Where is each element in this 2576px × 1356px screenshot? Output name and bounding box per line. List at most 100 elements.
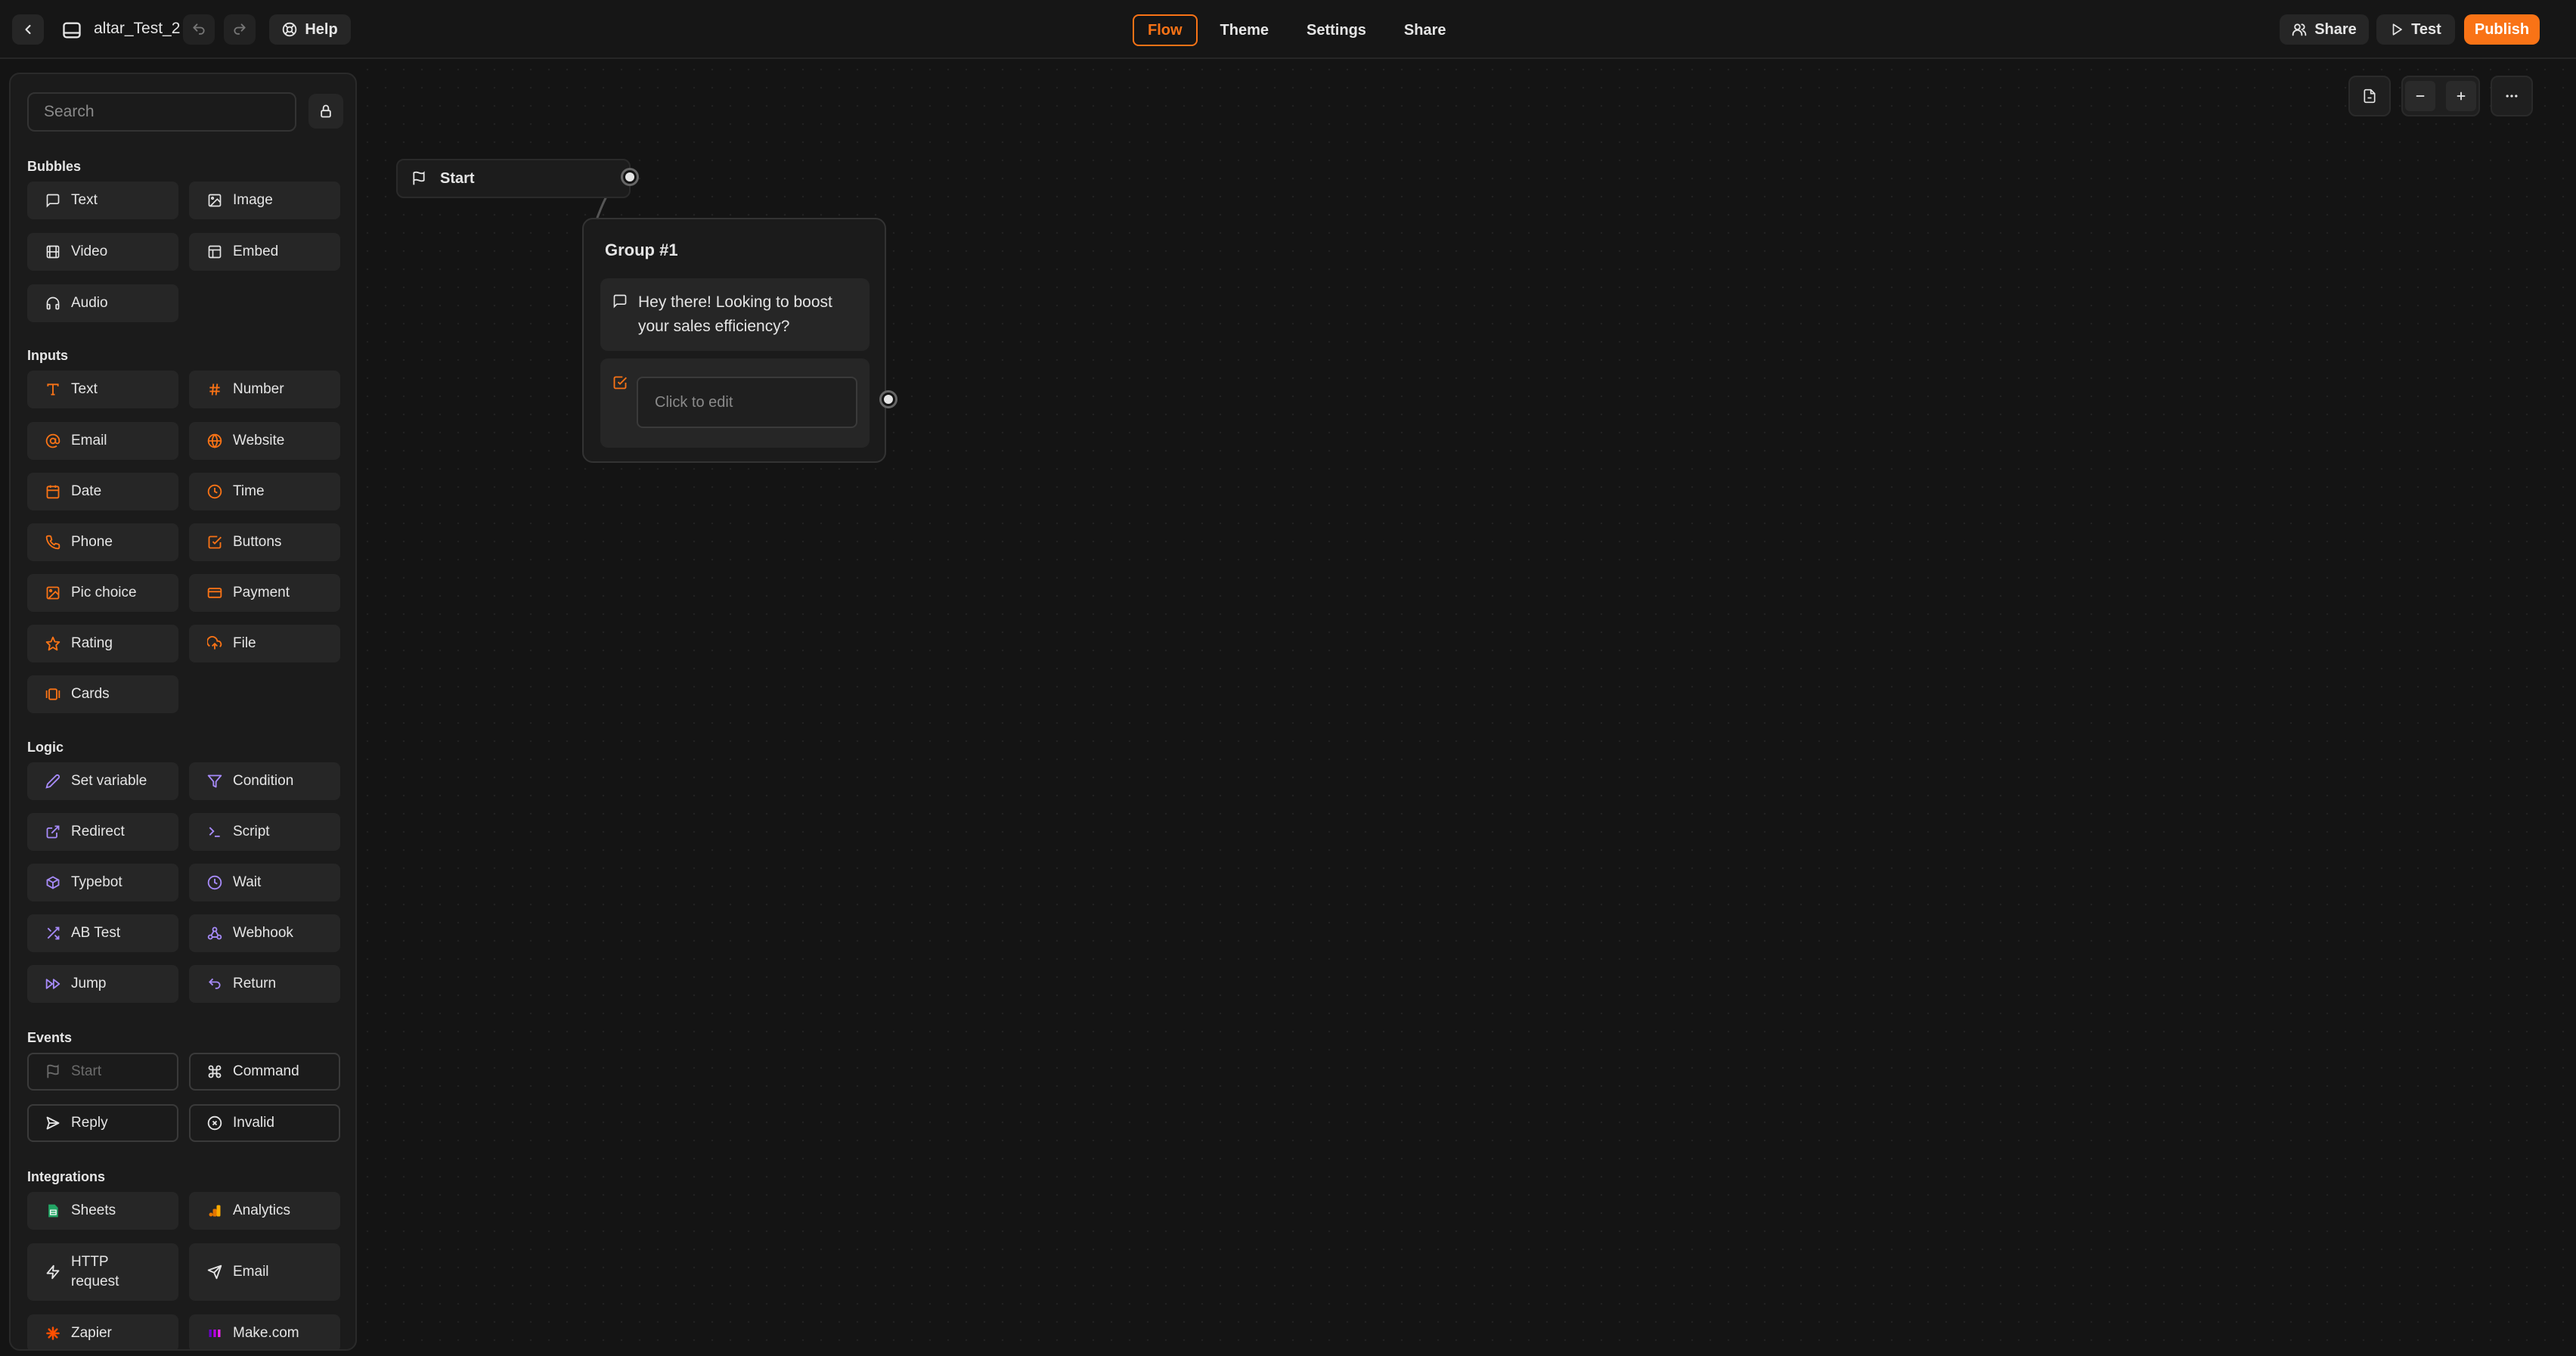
google-sheets-icon: [45, 1203, 60, 1218]
block-http-request[interactable]: HTTP request: [27, 1243, 178, 1301]
block-script[interactable]: Script: [189, 813, 340, 851]
zoom-out-button[interactable]: [2405, 81, 2435, 111]
publish-button[interactable]: Publish: [2464, 14, 2540, 45]
undo-button[interactable]: [183, 14, 215, 45]
block-image-bubble[interactable]: Image: [189, 182, 340, 219]
block-reply-event[interactable]: Reply: [27, 1104, 178, 1142]
block-cards-input[interactable]: Cards: [27, 675, 178, 713]
block-analytics[interactable]: Analytics: [189, 1192, 340, 1230]
block-ab-test[interactable]: AB Test: [27, 914, 178, 952]
block-phone-input[interactable]: Phone: [27, 523, 178, 561]
chat-bubble-icon: [45, 193, 60, 208]
block-wait[interactable]: Wait: [189, 864, 340, 901]
block-command-event[interactable]: Command: [189, 1053, 340, 1091]
block-pic-choice-input[interactable]: Pic choice: [27, 574, 178, 612]
group-title[interactable]: Group #1: [605, 240, 678, 260]
block-typebot[interactable]: Typebot: [27, 864, 178, 901]
tab-settings[interactable]: Settings: [1291, 14, 1381, 46]
checkbox-icon: [612, 375, 628, 394]
block-payment-input[interactable]: Payment: [189, 574, 340, 612]
block-label: Date: [71, 483, 102, 500]
block-label: Analytics: [233, 1202, 291, 1219]
block-label: Redirect: [71, 824, 125, 840]
redo-button[interactable]: [224, 14, 256, 45]
flag-icon: [413, 171, 425, 185]
block-invalid-event[interactable]: Invalid: [189, 1104, 340, 1142]
block-label: Command: [233, 1063, 299, 1080]
bubble-message: Hey there! Looking to boost your sales e…: [638, 293, 832, 335]
group-node[interactable]: Group #1 Hey there! Looking to boost you…: [582, 218, 886, 463]
block-label: Condition: [233, 773, 294, 790]
search-input[interactable]: [27, 92, 296, 132]
block-email-integration[interactable]: Email: [189, 1243, 340, 1301]
zoom-controls: [2401, 76, 2480, 116]
block-label: Time: [233, 483, 265, 500]
block-jump[interactable]: Jump: [27, 965, 178, 1003]
flag-icon: [45, 1064, 60, 1079]
start-node[interactable]: Start: [396, 159, 631, 198]
block-condition[interactable]: Condition: [189, 762, 340, 800]
block-label: Webhook: [233, 925, 293, 942]
test-button[interactable]: Test: [2376, 14, 2455, 45]
file-icon: [2364, 88, 2376, 104]
credit-card-icon: [207, 585, 222, 600]
text-bubble-block[interactable]: Hey there! Looking to boost your sales e…: [600, 278, 870, 351]
block-redirect[interactable]: Redirect: [27, 813, 178, 851]
globe-icon: [207, 433, 222, 448]
tab-share[interactable]: Share: [1389, 14, 1462, 46]
block-make[interactable]: Make.com: [189, 1314, 340, 1349]
lock-icon: [321, 104, 331, 118]
cards-icon: [45, 687, 60, 702]
buttons-input-block[interactable]: Click to edit: [600, 358, 870, 448]
section-title-integrations: Integrations: [27, 1169, 106, 1184]
block-label: File: [233, 635, 256, 652]
block-embed-bubble[interactable]: Embed: [189, 233, 340, 271]
share-button[interactable]: Share: [2280, 14, 2369, 45]
block-start-event: Start: [27, 1053, 178, 1091]
help-button[interactable]: Help: [269, 14, 351, 45]
block-label: Video: [71, 244, 108, 260]
zoom-in-button[interactable]: [2446, 81, 2476, 111]
button-item-edit[interactable]: Click to edit: [637, 377, 857, 428]
make-icon: [207, 1326, 222, 1341]
block-return[interactable]: Return: [189, 965, 340, 1003]
block-rating-input[interactable]: Rating: [27, 625, 178, 662]
block-time-input[interactable]: Time: [189, 473, 340, 510]
block-label: Start: [71, 1063, 102, 1080]
block-video-bubble[interactable]: Video: [27, 233, 178, 271]
block-zapier[interactable]: Zapier: [27, 1314, 178, 1349]
checkbox-icon: [207, 535, 222, 550]
block-audio-bubble[interactable]: Audio: [27, 284, 178, 322]
bot-name[interactable]: altar_Test_2: [94, 20, 180, 38]
block-label: Make.com: [233, 1325, 299, 1342]
tab-theme[interactable]: Theme: [1205, 14, 1284, 46]
clock-icon: [207, 875, 222, 890]
more-horizontal-icon: [2506, 95, 2518, 98]
block-file-input[interactable]: File: [189, 625, 340, 662]
block-text-input[interactable]: Text: [27, 371, 178, 408]
block-sheets[interactable]: Sheets: [27, 1192, 178, 1230]
start-output-port[interactable]: [621, 168, 639, 186]
block-label: Number: [233, 381, 284, 398]
export-button[interactable]: [2348, 76, 2391, 116]
block-label: Payment: [233, 585, 290, 601]
block-email-input[interactable]: Email: [27, 422, 178, 460]
block-set-variable[interactable]: Set variable: [27, 762, 178, 800]
tab-flow[interactable]: Flow: [1133, 14, 1198, 46]
block-label: Text: [71, 381, 98, 398]
block-website-input[interactable]: Website: [189, 422, 340, 460]
block-label: Typebot: [71, 874, 122, 891]
block-text-bubble[interactable]: Text: [27, 182, 178, 219]
share-label: Share: [2314, 20, 2357, 38]
block-number-input[interactable]: Number: [189, 371, 340, 408]
block-webhook[interactable]: Webhook: [189, 914, 340, 952]
more-options-button[interactable]: [2491, 76, 2533, 116]
block-date-input[interactable]: Date: [27, 473, 178, 510]
lock-sidebar-button[interactable]: [308, 94, 343, 129]
block-label: Website: [233, 433, 285, 449]
block-label: Email: [233, 1264, 269, 1280]
back-button[interactable]: [12, 14, 44, 45]
block-label: Text: [71, 192, 98, 209]
block-buttons-input[interactable]: Buttons: [189, 523, 340, 561]
button-output-port[interactable]: [879, 390, 897, 408]
